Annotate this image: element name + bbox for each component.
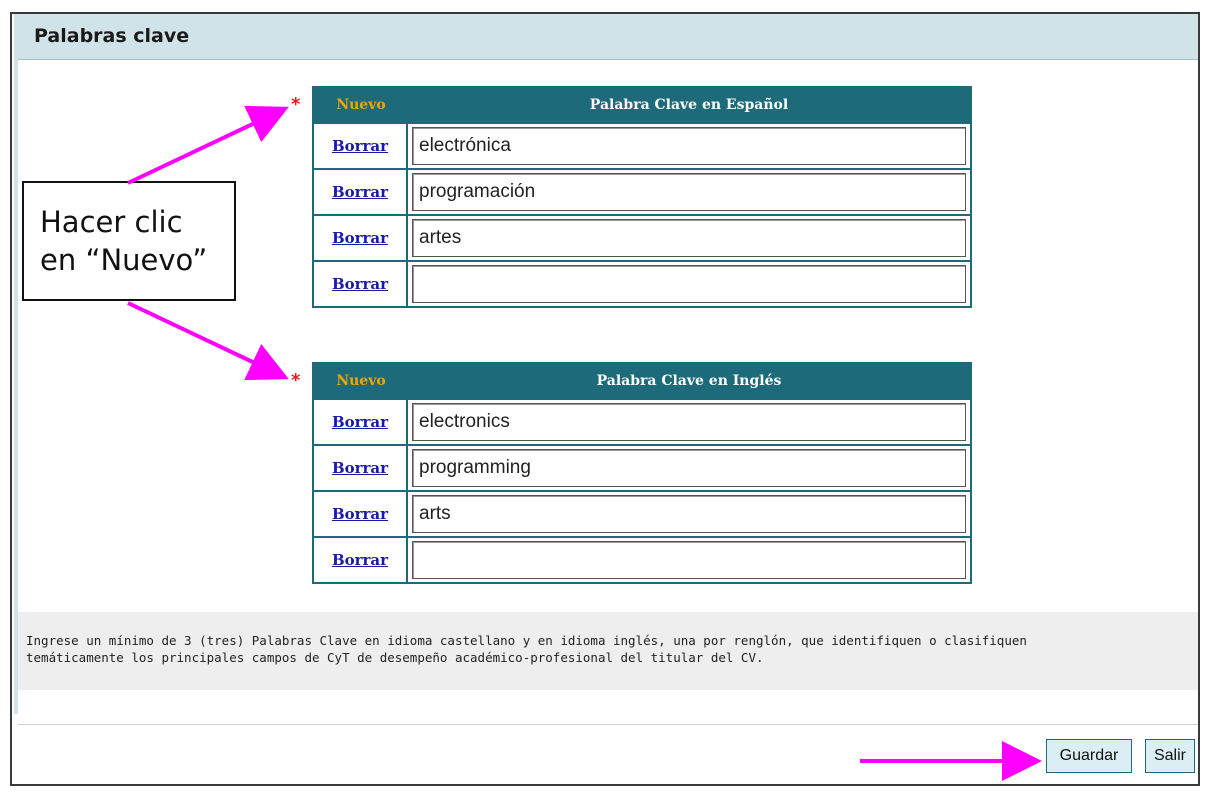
arrow-icon <box>127 105 289 185</box>
arrow-icon <box>127 301 289 381</box>
annotation-arrows <box>127 105 1042 781</box>
